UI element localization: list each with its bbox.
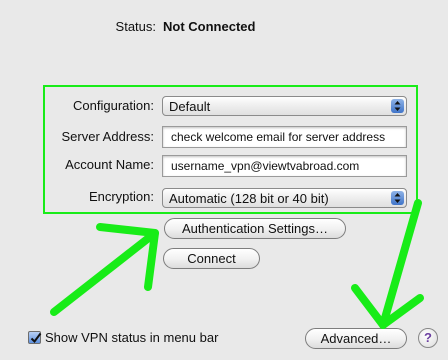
status-label: Status: — [115, 19, 156, 34]
server-address-label: Server Address: — [61, 129, 155, 144]
configuration-value: Default — [169, 99, 211, 114]
configuration-label: Configuration: — [73, 98, 154, 113]
popup-arrows-icon — [391, 99, 404, 113]
help-button[interactable]: ? — [418, 328, 438, 348]
encryption-label: Encryption: — [88, 189, 154, 204]
connect-button[interactable]: Connect — [163, 248, 260, 269]
show-vpn-status-label: Show VPN status in menu bar — [45, 330, 219, 345]
server-address-field[interactable]: check welcome email for server address — [162, 126, 407, 148]
advanced-button[interactable]: Advanced… — [305, 328, 407, 349]
checkbox[interactable] — [28, 331, 42, 344]
configuration-popup[interactable]: Default — [162, 96, 407, 116]
account-name-label: Account Name: — [65, 157, 154, 172]
authentication-settings-button[interactable]: Authentication Settings… — [164, 218, 346, 239]
encryption-popup[interactable]: Automatic (128 bit or 40 bit) — [162, 188, 407, 208]
status-value: Not Connected — [163, 19, 256, 34]
checkmark-icon — [30, 332, 42, 344]
arrow-to-authentication — [50, 223, 159, 316]
arrow-to-advanced — [351, 199, 424, 329]
account-name-field[interactable]: username_vpn@viewtvabroad.com — [162, 155, 407, 177]
encryption-value: Automatic (128 bit or 40 bit) — [169, 191, 329, 206]
popup-arrows-icon — [391, 191, 404, 205]
